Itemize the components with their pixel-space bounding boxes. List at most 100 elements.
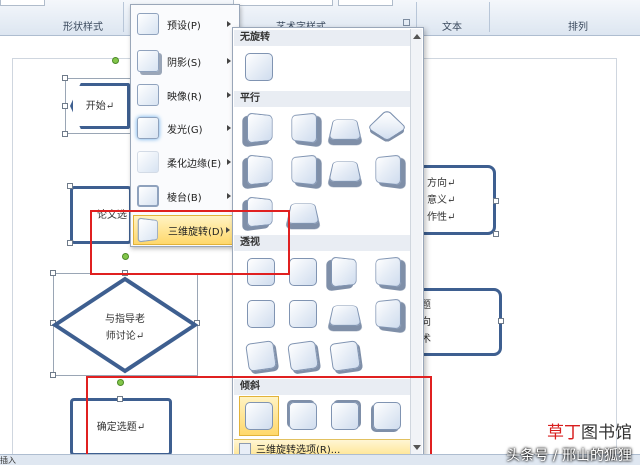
rotation-option-none[interactable]	[241, 49, 277, 85]
watermark-brand-rest: 图书馆	[581, 423, 632, 443]
resize-handle[interactable]	[493, 198, 499, 204]
resize-handle[interactable]	[493, 231, 499, 237]
resize-handle[interactable]	[62, 131, 68, 137]
rotation-option-perspective[interactable]	[327, 338, 363, 374]
rotation-option-perspective[interactable]	[369, 254, 405, 290]
resize-handle[interactable]	[62, 103, 68, 109]
annotation-box-oblique	[86, 376, 432, 463]
resize-handle[interactable]	[62, 75, 68, 81]
flowchart-start[interactable]: 开始 ↵	[70, 83, 130, 129]
rotation-option-perspective[interactable]	[285, 338, 321, 374]
rotation-preview-icon	[286, 203, 320, 224]
rotation-option-perspective[interactable]	[327, 254, 363, 290]
group-label-arrange: 排列	[568, 22, 588, 33]
shape-style-stub-2[interactable]	[338, 0, 393, 6]
rotation-preview-icon	[375, 154, 402, 186]
rotation-preview-icon	[245, 340, 277, 372]
dialog-launcher-icon[interactable]	[403, 19, 410, 26]
rotation-preview-icon	[328, 161, 362, 182]
paragraph-mark: ↵	[105, 100, 115, 112]
resize-handle[interactable]	[67, 183, 73, 189]
rotation-preview-icon	[287, 340, 319, 372]
rotation-option-perspective[interactable]	[327, 296, 363, 332]
rotation-option-parallel[interactable]	[243, 152, 279, 188]
watermark-brand-red: 草丁	[547, 423, 581, 443]
rotation-option-parallel[interactable]	[327, 152, 363, 188]
rotation-option-parallel[interactable]	[327, 110, 363, 146]
rotation-option-parallel[interactable]	[369, 152, 405, 188]
decision-text: 与指导老 师讨论↵	[90, 311, 160, 345]
paragraph-mark: ↵	[447, 194, 456, 206]
menu-item-label: 发光(G)	[167, 124, 203, 136]
rotation-preview-icon	[367, 108, 407, 141]
rotation-option-perspective[interactable]	[369, 296, 405, 332]
rotation-preview-icon	[247, 300, 275, 328]
watermark: 草丁图书馆 头条号 / 邢山的狐狸	[506, 418, 632, 465]
watermark-byline: 头条号 / 邢山的狐狸	[506, 448, 632, 464]
rotation-option-perspective[interactable]	[243, 296, 279, 332]
submenu-arrow-icon	[227, 159, 231, 165]
rotation-preview-icon	[375, 298, 402, 330]
group-label-shape-styles: 形状样式	[63, 22, 103, 33]
group-label-text: 文本	[442, 22, 462, 33]
style-gallery-stub[interactable]	[0, 0, 45, 6]
group-separator	[489, 2, 490, 32]
preset-icon	[137, 13, 159, 35]
submenu-arrow-icon	[227, 21, 231, 27]
paragraph-mark: ↵	[135, 331, 145, 342]
menu-item-soft-edges[interactable]: 柔化边缘(E)	[133, 147, 237, 177]
status-mode: 插入	[0, 456, 16, 465]
shape-text: 开始	[85, 100, 106, 112]
rotation-preview-icon	[330, 256, 357, 288]
bevel-icon	[137, 185, 159, 207]
rotation-preview-icon	[328, 119, 362, 140]
rotation-option-perspective[interactable]	[285, 296, 321, 332]
submenu-arrow-icon	[227, 193, 231, 199]
decision-line-2: 师讨论	[105, 331, 136, 342]
rotation-preview-icon	[289, 300, 317, 328]
rotation-handle[interactable]	[112, 57, 119, 64]
rotation-preview-icon	[328, 305, 362, 326]
paragraph-mark: ↵	[447, 211, 456, 223]
menu-item-label: 阴影(S)	[167, 57, 202, 69]
rotation-preview-icon	[329, 340, 361, 372]
menu-item-preset[interactable]: 预设(P)	[133, 9, 237, 39]
decision-line-1: 与指导老	[105, 314, 145, 325]
menu-item-label: 预设(P)	[167, 20, 201, 32]
rotation-preview-icon	[246, 154, 273, 186]
rotation-preview-icon	[291, 112, 318, 144]
rotation-option-parallel[interactable]	[285, 110, 321, 146]
shape-line: 作性	[427, 211, 447, 223]
shadow-icon	[137, 50, 159, 72]
menu-item-shadow[interactable]: 阴影(S)	[133, 46, 237, 76]
shape-line: 方向	[427, 177, 447, 189]
rotation-preview-icon	[291, 154, 318, 186]
group-separator	[123, 2, 124, 32]
submenu-arrow-icon	[227, 92, 231, 98]
paragraph-mark: ↵	[447, 177, 456, 189]
section-header-parallel: 平行	[234, 91, 410, 107]
rotation-option-parallel[interactable]	[243, 110, 279, 146]
soft-edges-icon	[137, 151, 159, 173]
menu-item-glow[interactable]: 发光(G)	[133, 113, 237, 143]
submenu-arrow-icon	[227, 125, 231, 131]
rotation-option-perspective[interactable]	[243, 338, 279, 374]
rotation-option-parallel[interactable]	[367, 108, 407, 146]
rotation-option-perspective[interactable]	[285, 254, 321, 290]
shape-line: 意义	[427, 194, 447, 206]
glow-icon	[137, 117, 159, 139]
menu-item-label: 映像(R)	[167, 91, 202, 103]
rotation-preview-icon	[246, 112, 273, 144]
shape-style-stub[interactable]	[233, 0, 333, 6]
section-header-no-rotation: 无旋转	[234, 30, 410, 46]
scroll-up-icon[interactable]	[413, 34, 421, 39]
annotation-box-3d-rotation	[90, 210, 290, 275]
submenu-arrow-icon	[227, 58, 231, 64]
menu-item-reflection[interactable]: 映像(R)	[133, 80, 237, 110]
menu-item-bevel[interactable]: 棱台(B)	[133, 181, 237, 211]
menu-item-label: 柔化边缘(E)	[167, 158, 222, 170]
rotation-option-parallel[interactable]	[285, 194, 321, 230]
resize-handle[interactable]	[498, 318, 504, 324]
resize-handle[interactable]	[67, 240, 73, 246]
rotation-option-parallel[interactable]	[285, 152, 321, 188]
